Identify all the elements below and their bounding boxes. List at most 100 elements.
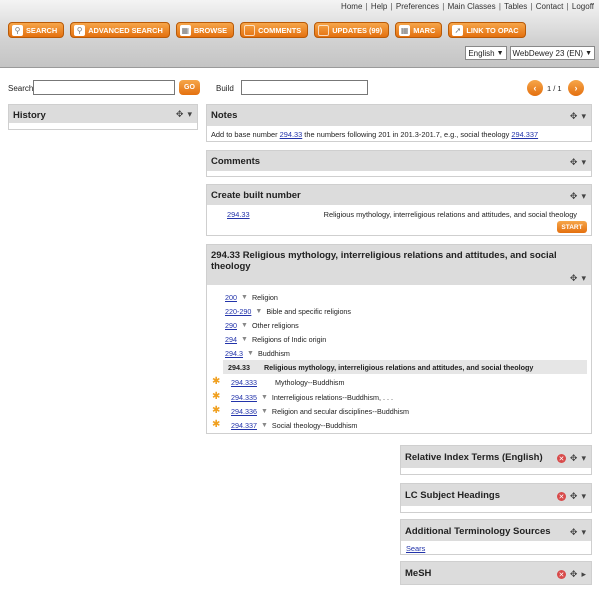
search-label: Search: [8, 84, 34, 93]
expand-icon[interactable]: ▼: [261, 422, 268, 429]
search-row: Search GO Build ‹ 1 / 1 ›: [0, 80, 599, 96]
advanced-search-button[interactable]: ⚲ ADVANCED SEARCH: [70, 22, 170, 38]
move-icon[interactable]: ✥: [570, 157, 578, 168]
expand-icon[interactable]: ▼: [261, 394, 268, 401]
preferences-link[interactable]: Preferences: [396, 2, 439, 11]
hierarchy-link[interactable]: 290: [225, 321, 237, 330]
updates-icon: [318, 24, 330, 36]
remove-icon[interactable]: ✕: [556, 492, 566, 501]
search-input[interactable]: [33, 80, 175, 95]
record-title: 294.33 Religious mythology, interreligio…: [211, 250, 557, 272]
puzzle-icon: ✱: [212, 405, 221, 416]
notes-link-294-337[interactable]: 294.337: [511, 130, 538, 139]
chevron-down-icon[interactable]: ▾: [581, 527, 586, 538]
tables-link[interactable]: Tables: [504, 2, 527, 11]
chevron-down-icon[interactable]: ▾: [581, 111, 586, 122]
additional-header: Additional Terminology Sources ✥ ▾: [401, 520, 591, 541]
create-title: Create built number: [211, 190, 301, 201]
marc-button[interactable]: ▦ MARC: [395, 22, 443, 38]
home-link[interactable]: Home: [341, 2, 362, 11]
current-record-row: 294.33 Religious mythology, interreligiou…: [228, 363, 534, 372]
hierarchy-link[interactable]: 294: [225, 335, 237, 344]
main-classes-link[interactable]: Main Classes: [448, 2, 496, 11]
updates-button[interactable]: UPDATES (99): [314, 22, 390, 38]
additional-terminology-panel: Additional Terminology Sources ✥ ▾ Sears: [400, 519, 592, 555]
history-header: History ✥ ▾: [9, 105, 197, 123]
additional-title: Additional Terminology Sources: [405, 526, 551, 537]
sears-link[interactable]: Sears: [406, 544, 425, 553]
expand-icon[interactable]: ▼: [255, 308, 262, 315]
link-to-opac-button[interactable]: ➚ LINK TO OPAC: [448, 22, 526, 38]
browse-button[interactable]: ▦ BROWSE: [175, 22, 235, 38]
hierarchy-row: 220-290 ▼ Bible and specific religions: [225, 307, 352, 316]
language-edition-selects: English ▼ WebDewey 23 (EN) ▼: [465, 46, 595, 60]
mesh-panel: MeSH ✕ ✥ ▸: [400, 561, 592, 585]
chevron-right-icon[interactable]: ▸: [581, 569, 586, 580]
move-icon[interactable]: ✥: [570, 453, 578, 464]
language-select[interactable]: English ▼: [465, 46, 507, 60]
chevron-down-icon[interactable]: ▾: [581, 273, 586, 284]
remove-icon[interactable]: ✕: [556, 570, 566, 579]
browse-icon: ▦: [179, 24, 191, 36]
notes-link-294-33[interactable]: 294.33: [280, 130, 303, 139]
expand-icon[interactable]: ▼: [241, 336, 248, 343]
chevron-down-icon[interactable]: ▾: [187, 109, 192, 120]
hierarchy-link[interactable]: 220-290: [225, 307, 251, 316]
puzzle-icon: ✱: [212, 376, 221, 387]
move-icon[interactable]: ✥: [570, 569, 578, 580]
create-header: Create built number ✥ ▾: [207, 185, 591, 205]
hierarchy-link[interactable]: 200: [225, 293, 237, 302]
help-link[interactable]: Help: [371, 2, 387, 11]
chevron-down-icon[interactable]: ▾: [581, 491, 586, 502]
move-icon[interactable]: ✥: [570, 491, 578, 502]
hierarchy-row: 294.3 ▼ Buddhism: [225, 349, 290, 358]
record-header: 294.33 Religious mythology, interreligio…: [207, 245, 591, 285]
expand-icon[interactable]: ▼: [241, 294, 248, 301]
expand-icon[interactable]: ▼: [261, 408, 268, 415]
search-button[interactable]: ⚲ SEARCH: [8, 22, 65, 38]
lcsh-header: LC Subject Headings ✕ ✥ ▾: [401, 484, 591, 506]
build-input[interactable]: [241, 80, 368, 95]
edition-select[interactable]: WebDewey 23 (EN) ▼: [509, 46, 595, 60]
logoff-link[interactable]: Logoff: [572, 2, 594, 11]
relative-index-panel: Relative Index Terms (English) ✕ ✥ ▾: [400, 445, 592, 475]
start-button[interactable]: START: [557, 221, 587, 233]
next-page-button[interactable]: ›: [568, 80, 584, 96]
magnifier-icon: ⚲: [74, 24, 86, 36]
child-link[interactable]: 294.333: [231, 378, 257, 387]
build-label: Build: [216, 84, 234, 93]
child-link[interactable]: 294.337: [231, 421, 257, 430]
chevron-down-icon[interactable]: ▾: [581, 157, 586, 168]
previous-page-button[interactable]: ‹: [527, 80, 543, 96]
move-icon[interactable]: ✥: [570, 191, 578, 202]
expand-icon[interactable]: ▼: [247, 350, 254, 357]
child-link[interactable]: 294.335: [231, 393, 257, 402]
mesh-title: MeSH: [405, 568, 432, 579]
puzzle-icon: ✱: [212, 419, 221, 430]
relative-index-header: Relative Index Terms (English) ✕ ✥ ▾: [401, 446, 591, 468]
link-icon: ➚: [452, 24, 464, 36]
hierarchy-link[interactable]: 294.3: [225, 349, 243, 358]
move-icon[interactable]: ✥: [570, 111, 578, 122]
chevron-down-icon[interactable]: ▾: [581, 453, 586, 464]
move-icon[interactable]: ✥: [570, 273, 578, 284]
move-icon[interactable]: ✥: [570, 527, 578, 538]
lcsh-title: LC Subject Headings: [405, 490, 501, 501]
built-number-link[interactable]: 294.33: [227, 210, 250, 219]
move-icon[interactable]: ✥: [176, 109, 184, 120]
main-nav: ⚲ SEARCH ⚲ ADVANCED SEARCH ▦ BROWSE COMMENT…: [8, 22, 526, 38]
history-title: History: [13, 110, 46, 121]
remove-icon[interactable]: ✕: [556, 454, 566, 463]
comments-panel: Comments ✥ ▾: [206, 150, 592, 177]
marc-icon: ▦: [399, 24, 411, 36]
comments-icon: [244, 24, 256, 36]
chevron-down-icon: ▼: [496, 49, 504, 57]
top-links: Home | Help | Preferences | Main Classes…: [341, 2, 594, 11]
comments-button[interactable]: COMMENTS: [240, 22, 309, 38]
contact-link[interactable]: Contact: [536, 2, 564, 11]
chevron-down-icon[interactable]: ▾: [581, 191, 586, 202]
go-button[interactable]: GO: [179, 80, 200, 95]
hierarchy-row: 294 ▼ Religions of Indic origin: [225, 335, 327, 344]
expand-icon[interactable]: ▼: [241, 322, 248, 329]
child-link[interactable]: 294.336: [231, 407, 257, 416]
